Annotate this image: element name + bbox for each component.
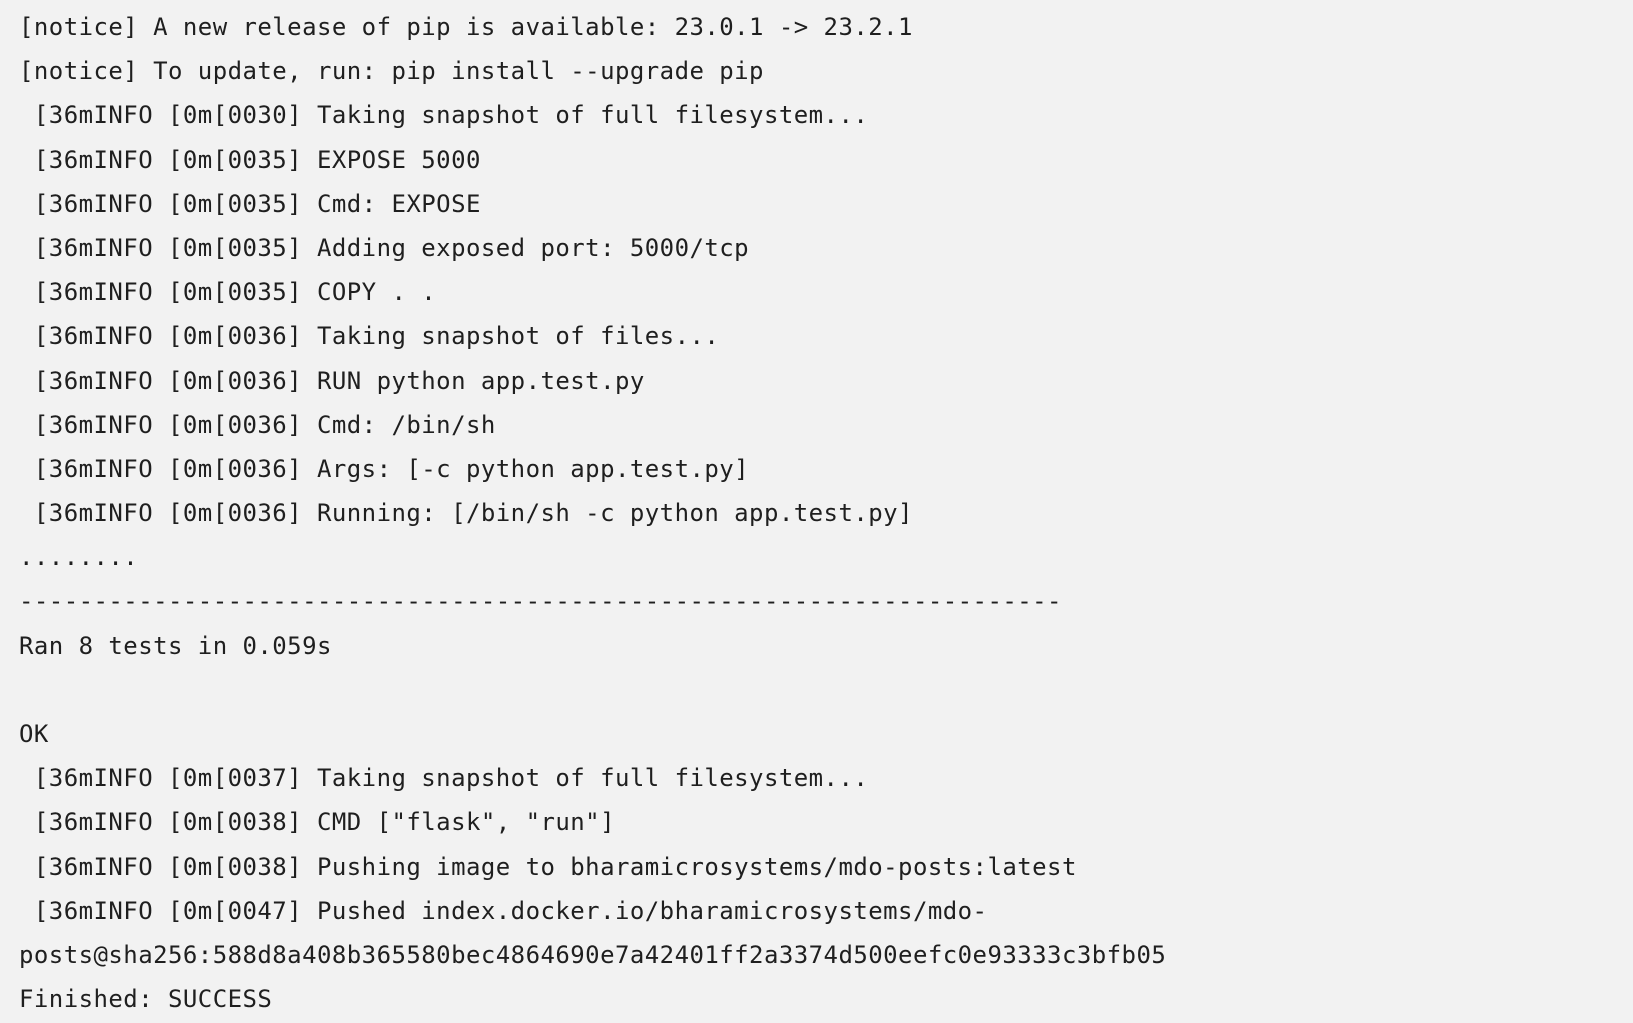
test-summary: Ran 8 tests in 0.059s	[19, 631, 332, 660]
build-status: Finished: SUCCESS	[19, 985, 273, 1014]
log-line: [36mINFO [0m[0035] Cmd: EXPOSE	[19, 189, 481, 218]
notice-line: [notice] To update, run: pip install --u…	[19, 57, 764, 86]
log-line: [36mINFO [0m[0036] Args: [-c python app.…	[19, 454, 750, 483]
log-line: [36mINFO [0m[0038] CMD ["flask", "run"]	[19, 808, 615, 837]
log-line: [36mINFO [0m[0030] Taking snapshot of fu…	[19, 101, 869, 130]
log-line: [36mINFO [0m[0037] Taking snapshot of fu…	[19, 764, 869, 793]
log-line-continuation: posts@sha256:588d8a408b365580bec4864690e…	[19, 940, 1167, 969]
log-line: [36mINFO [0m[0036] RUN python app.test.p…	[19, 366, 645, 395]
log-line: [36mINFO [0m[0038] Pushing image to bhar…	[19, 852, 1077, 881]
separator-line: ----------------------------------------…	[19, 587, 1062, 616]
test-progress-dots: ........	[19, 543, 139, 572]
log-line: [36mINFO [0m[0036] Running: [/bin/sh -c …	[19, 499, 913, 528]
notice-line: [notice] A new release of pip is availab…	[19, 13, 913, 41]
log-line: [36mINFO [0m[0047] Pushed index.docker.i…	[19, 896, 988, 925]
log-line: [36mINFO [0m[0035] EXPOSE 5000	[19, 145, 481, 174]
console-output: [notice] A new release of pip is availab…	[0, 0, 1633, 1023]
log-line: [36mINFO [0m[0035] COPY . .	[19, 278, 437, 307]
log-line: [36mINFO [0m[0036] Cmd: /bin/sh	[19, 410, 496, 439]
log-line: [36mINFO [0m[0036] Taking snapshot of fi…	[19, 322, 720, 351]
log-line: [36mINFO [0m[0035] Adding exposed port: …	[19, 233, 750, 262]
test-result: OK	[19, 720, 49, 748]
